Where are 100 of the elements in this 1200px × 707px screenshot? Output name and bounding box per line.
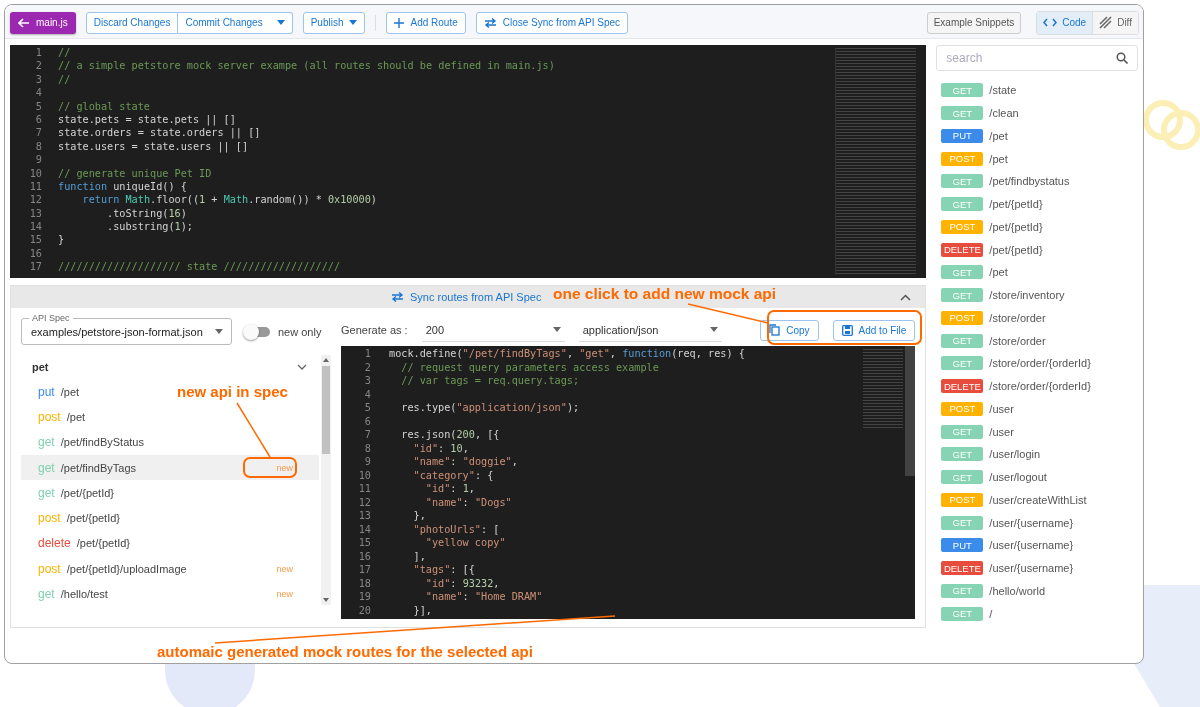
method-label: get bbox=[38, 460, 55, 475]
swap-arrows-icon bbox=[483, 17, 497, 28]
route-item[interactable]: GET /user/login bbox=[941, 443, 1138, 466]
add-to-file-button[interactable]: Add to File bbox=[832, 319, 916, 341]
route-item[interactable]: DELETE /store/order/{orderId} bbox=[941, 374, 1138, 398]
scrollbar[interactable] bbox=[905, 346, 916, 476]
route-item[interactable]: POST /store/order bbox=[941, 306, 1138, 330]
chevron-up-icon[interactable] bbox=[900, 293, 912, 301]
route-item[interactable]: DELETE /pet/{petId} bbox=[941, 238, 1138, 261]
code-line: // global state bbox=[58, 99, 150, 113]
route-item[interactable]: GET /store/order/{orderId} bbox=[941, 352, 1138, 375]
spec-route-item[interactable]: get /hello/test new bbox=[21, 581, 319, 607]
line-number: 10 bbox=[28, 166, 43, 180]
line-number: 16 bbox=[28, 246, 43, 261]
method-badge: DELETE bbox=[941, 242, 984, 257]
route-item[interactable]: DELETE /user/{username} bbox=[941, 556, 1138, 580]
commit-changes-button[interactable]: Commit Changes bbox=[178, 11, 293, 34]
spec-route-item[interactable]: get /pet/findByTags new bbox=[21, 454, 319, 481]
route-item[interactable]: GET /user bbox=[941, 420, 1138, 443]
method-badge: GET bbox=[941, 447, 984, 462]
code-line: // a simple petstore mock server exampe (all routes should be defined in main.js) bbox=[58, 59, 555, 73]
route-item[interactable]: GET /pet/{petId} bbox=[941, 192, 1138, 216]
route-item[interactable]: GET /user/{username} bbox=[941, 511, 1138, 534]
method-badge: GET bbox=[941, 515, 984, 530]
code-line: "category": { bbox=[412, 468, 494, 482]
line-number: 14 bbox=[357, 522, 372, 536]
line-number: 10 bbox=[357, 468, 372, 482]
line-number: 9 bbox=[363, 455, 372, 469]
line-number: 14 bbox=[28, 220, 43, 234]
method-badge: POST bbox=[941, 151, 984, 166]
scroll-up-icon bbox=[323, 358, 329, 362]
method-badge: POST bbox=[941, 492, 984, 507]
method-label: delete bbox=[38, 536, 71, 551]
spec-route-item[interactable]: get /pet/{petId} bbox=[21, 480, 133, 506]
line-number: 8 bbox=[363, 441, 372, 455]
code-line: return Math.floor((1 + Math.random()) * 0x10000) bbox=[81, 193, 377, 207]
route-item[interactable]: PUT /user/{username} bbox=[941, 534, 1138, 557]
route-item[interactable]: GET /pet bbox=[941, 261, 1138, 284]
back-button[interactable]: main.js bbox=[10, 11, 76, 34]
caret-icon bbox=[349, 20, 358, 25]
discard-changes-button[interactable]: Discard Changes bbox=[85, 11, 179, 34]
code-line: } bbox=[58, 233, 65, 247]
code-line: function uniqueId() { bbox=[58, 179, 187, 194]
spec-route-item[interactable]: delete /pet/{petId} bbox=[21, 530, 149, 557]
route-item[interactable]: GET /clean bbox=[941, 101, 1138, 125]
view-tab[interactable]: Diff bbox=[1092, 11, 1138, 34]
code-line: "name": "Home DRAM" bbox=[424, 590, 543, 604]
method-badge: GET bbox=[941, 83, 984, 98]
route-item[interactable]: POST /pet bbox=[941, 147, 1138, 170]
code-line: // request query parameters access example bbox=[400, 360, 659, 374]
route-item[interactable]: GET /state bbox=[941, 79, 1138, 102]
route-item[interactable]: GET / bbox=[941, 602, 1138, 625]
route-item[interactable]: POST /user bbox=[941, 397, 1138, 421]
spec-route-item[interactable]: put /pet bbox=[21, 379, 98, 405]
method-badge: GET bbox=[941, 606, 984, 621]
code-line: "name": "doggie", bbox=[412, 455, 518, 469]
add-route-button[interactable]: Add Route bbox=[386, 11, 466, 34]
view-tab[interactable]: Code bbox=[1037, 11, 1093, 34]
spec-route-item[interactable]: post /pet/{petId} bbox=[21, 505, 139, 531]
highlight-outline bbox=[243, 457, 297, 478]
route-item[interactable]: GET /pet/findbystatus bbox=[941, 170, 1138, 193]
code-line: res.type("application/json"); bbox=[400, 401, 580, 415]
code-editor[interactable] bbox=[10, 45, 927, 278]
route-item[interactable]: PUT /pet bbox=[941, 124, 1138, 148]
sync-routes-link[interactable]: Sync routes from API Spec bbox=[391, 291, 542, 303]
code-line: "id": 93232, bbox=[424, 576, 500, 590]
rings-decoration bbox=[1143, 100, 1200, 150]
line-number: 15 bbox=[357, 536, 372, 550]
spec-route-item[interactable]: post /pet bbox=[21, 404, 104, 430]
line-number: 7 bbox=[363, 428, 372, 442]
scroll-down-icon bbox=[323, 598, 329, 602]
code-line: "tags": [{ bbox=[412, 563, 475, 577]
code-preview[interactable] bbox=[341, 346, 916, 619]
spec-route-item[interactable]: get /pet/findByStatus bbox=[21, 429, 162, 455]
caret-icon bbox=[215, 329, 223, 334]
close-sync-button[interactable]: Close Sync from API Spec bbox=[475, 11, 629, 34]
group-header[interactable]: pet bbox=[21, 355, 319, 379]
toggle-switch[interactable] bbox=[246, 326, 270, 337]
line-number: 11 bbox=[28, 179, 43, 194]
status-select[interactable]: 200 bbox=[421, 318, 565, 342]
method-badge: POST bbox=[941, 401, 984, 416]
arrow-left-icon bbox=[18, 17, 30, 28]
route-item[interactable]: POST /pet/{petId} bbox=[941, 215, 1138, 239]
code-line: "name": "Dogs" bbox=[424, 495, 512, 509]
search-field[interactable]: search bbox=[936, 45, 1138, 71]
method-badge: GET bbox=[941, 470, 984, 485]
route-item[interactable]: GET /hello/world bbox=[941, 579, 1138, 603]
method-badge: GET bbox=[941, 333, 984, 348]
spec-route-item[interactable]: post /pet/{petId}/uploadImage new bbox=[21, 556, 319, 582]
route-item[interactable]: GET /store/order bbox=[941, 329, 1138, 352]
route-item[interactable]: GET /store/inventory bbox=[941, 283, 1138, 307]
content-type-select[interactable]: application/json bbox=[578, 318, 722, 342]
example-snippets-button[interactable]: Example Snippets bbox=[926, 11, 1022, 34]
scrollbar[interactable] bbox=[321, 355, 331, 605]
method-badge: GET bbox=[941, 197, 984, 212]
code-line: // var tags = req.query.tags; bbox=[400, 374, 580, 388]
publish-button[interactable]: Publish bbox=[302, 11, 366, 34]
copy-button[interactable]: Copy bbox=[760, 319, 819, 341]
route-item[interactable]: POST /user/createWithList bbox=[941, 488, 1138, 512]
route-item[interactable]: GET /user/logout bbox=[941, 465, 1138, 489]
